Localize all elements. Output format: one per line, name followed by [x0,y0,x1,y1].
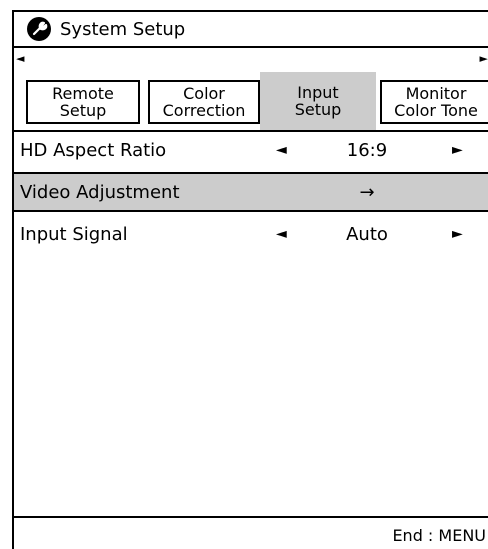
tab-label-line1: Input [297,83,339,102]
menu-row-label: HD Aspect Ratio [20,139,167,161]
menu-row-label: Video Adjustment [20,181,180,203]
footer-hint: End : MENU [392,526,486,545]
menu-row-value: Auto [346,223,388,245]
submenu-arrow-icon[interactable]: → [320,182,414,203]
menu-row-input-signal[interactable]: Input Signal ◄ Auto ► [14,216,488,252]
tab-strip: ◄ ► Remote Setup Color Correction Input … [14,48,488,132]
menu-row-video-adjustment[interactable]: Video Adjustment → [14,172,488,212]
tab-label-line1: Monitor [405,84,467,103]
tab-label-line2: Setup [59,101,107,120]
title-bar: System Setup [14,12,488,48]
menu-row-value: 16:9 [346,139,388,161]
setup-window: System Setup ◄ ► Remote Setup Color Corr… [12,10,488,549]
menu-row-hd-aspect-ratio[interactable]: HD Aspect Ratio ◄ 16:9 ► [14,132,488,168]
tab-label-line2: Color Tone [394,101,478,120]
value-increase-icon[interactable]: ► [452,142,463,158]
tab-input-setup[interactable]: Input Setup [260,72,376,130]
value-decrease-icon[interactable]: ◄ [276,142,287,158]
tab-remote-setup[interactable]: Remote Setup [26,80,140,124]
tab-color-correction[interactable]: Color Correction [148,80,260,124]
value-decrease-icon[interactable]: ◄ [276,226,287,242]
tab-scroll-right-icon[interactable]: ► [480,53,488,64]
tab-label-line1: Remote [52,84,114,103]
tab-scroll-left-icon[interactable]: ◄ [16,53,24,64]
tab-label-line2: Setup [294,100,342,119]
wrench-icon [26,16,52,42]
tab-monitor-color-tone[interactable]: Monitor Color Tone [380,80,488,124]
tab-label-line2: Correction [162,101,246,120]
tab-label-line1: Color [183,84,225,103]
window-title: System Setup [60,18,186,40]
settings-menu: HD Aspect Ratio ◄ 16:9 ► Video Adjustmen… [14,132,488,252]
footer-divider [14,516,488,518]
value-increase-icon[interactable]: ► [452,226,463,242]
menu-row-label: Input Signal [20,223,128,245]
